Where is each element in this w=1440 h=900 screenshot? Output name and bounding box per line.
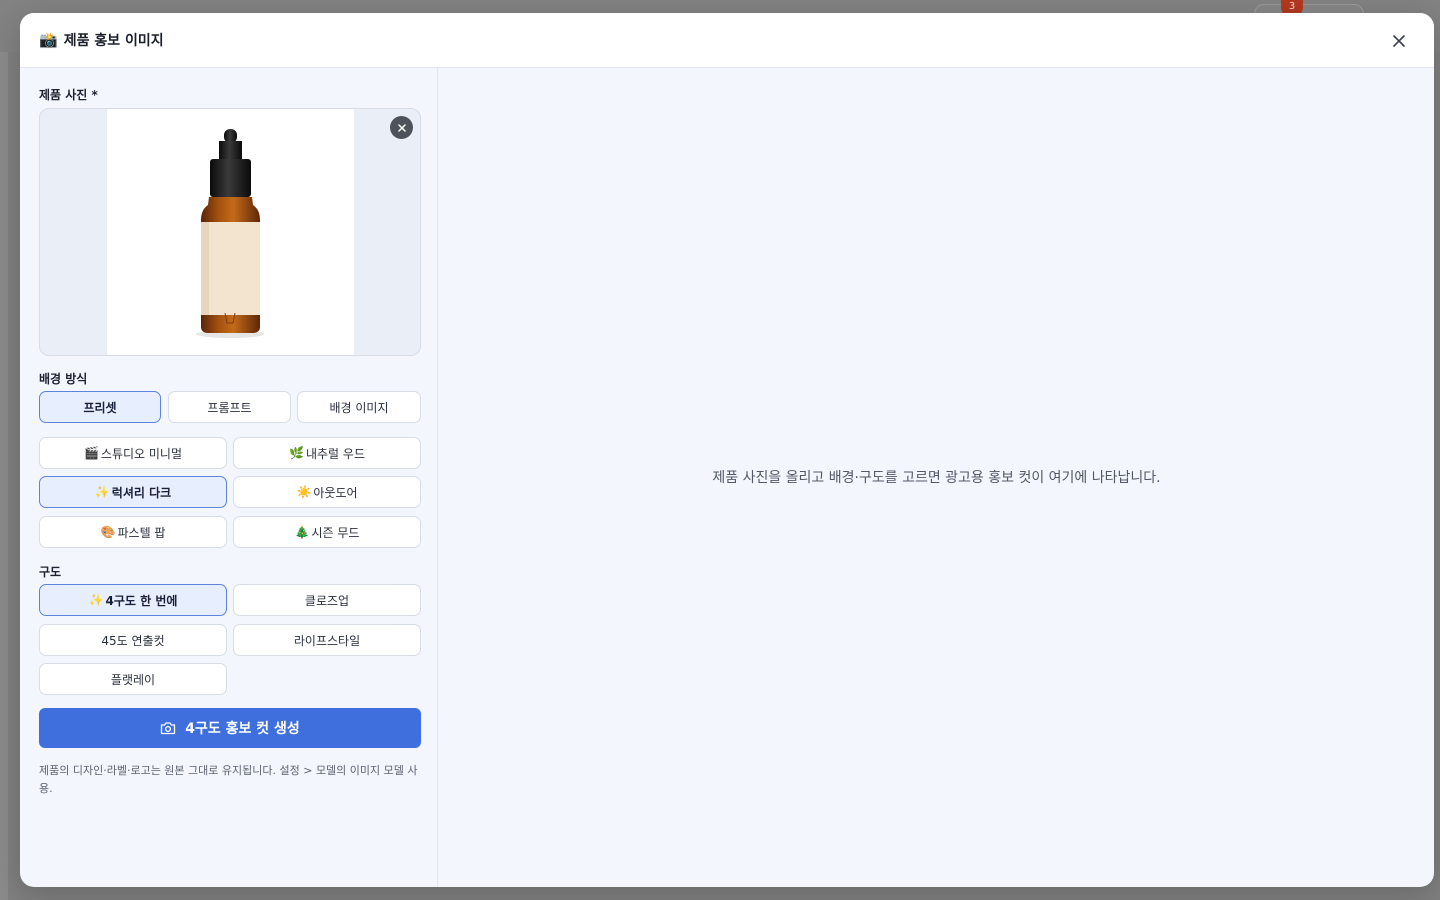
close-button[interactable]	[1388, 30, 1410, 52]
settings-panel: 제품 사진 * 배경 방식 프리셋 프롬프트 배경 이미지 🎬 스튜디오 미니멀…	[20, 68, 438, 887]
composition-option-label: 4구도 한 번에	[105, 593, 178, 608]
composition-closeup[interactable]: 클로즈업	[233, 584, 421, 616]
modal-title: 📸 제품 홍보 이미지	[39, 30, 164, 50]
mode-bg-image-button[interactable]: 배경 이미지	[297, 391, 421, 423]
background-mode-label: 배경 방식	[39, 372, 88, 386]
palette-icon: 🎨	[100, 525, 116, 539]
composition-45-degree[interactable]: 45도 연출컷	[39, 624, 227, 656]
generate-button-label: 4구도 홍보 컷 생성	[185, 721, 300, 737]
sparkles-icon: ✨	[88, 593, 104, 607]
product-photo	[107, 109, 354, 355]
clapper-icon: 🎬	[83, 446, 99, 460]
sparkles-icon: ✨	[94, 485, 110, 499]
preset-label: 내추럴 우드	[305, 446, 365, 461]
backdrop-edge	[0, 52, 8, 900]
modal-header: 📸 제품 홍보 이미지	[20, 13, 1434, 68]
modal-title-text: 제품 홍보 이미지	[63, 33, 164, 49]
herb-icon: 🌿	[289, 446, 304, 460]
preview-empty-message: 제품 사진을 올리고 배경·구도를 고르면 광고용 홍보 컷이 여기에 나타납니…	[712, 470, 1161, 486]
preset-label: 시즌 무드	[311, 525, 360, 540]
photo-upload-area[interactable]	[39, 108, 421, 356]
serum-bottle-image	[196, 129, 264, 338]
camera-icon	[161, 722, 176, 735]
composition-flatlay[interactable]: 플랫레이	[39, 663, 227, 695]
preset-label: 스튜디오 미니멀	[100, 446, 183, 461]
preset-natural-wood[interactable]: 🌿 내추럴 우드	[233, 437, 421, 469]
camera-flash-icon: 📸	[39, 31, 58, 49]
preset-outdoor[interactable]: ☀️ 아웃도어	[233, 476, 421, 508]
preset-label: 럭셔리 다크	[111, 485, 172, 500]
generate-button[interactable]: 4구도 홍보 컷 생성	[39, 708, 421, 748]
composition-lifestyle[interactable]: 라이프스타일	[233, 624, 421, 656]
preset-studio-minimal[interactable]: 🎬 스튜디오 미니멀	[39, 437, 227, 469]
preset-label: 아웃도어	[313, 485, 358, 500]
preset-pastel-pop[interactable]: 🎨 파스텔 팝	[39, 516, 227, 548]
sun-icon: ☀️	[296, 485, 312, 499]
preset-label: 파스텔 팝	[117, 525, 166, 540]
product-promo-modal: 📸 제품 홍보 이미지 제품 사진 * 배경 방식 프리셋 프롬프트 배경 이미…	[20, 13, 1434, 887]
preview-panel: 제품 사진을 올리고 배경·구도를 고르면 광고용 홍보 컷이 여기에 나타납니…	[439, 68, 1434, 887]
composition-four-at-once[interactable]: ✨ 4구도 한 번에	[39, 584, 227, 616]
close-icon	[397, 123, 406, 132]
close-icon	[1393, 35, 1405, 47]
mode-preset-button[interactable]: 프리셋	[39, 391, 161, 423]
photo-label: 제품 사진 *	[39, 88, 98, 102]
preset-luxury-dark[interactable]: ✨ 럭셔리 다크	[39, 476, 227, 508]
tree-icon: 🎄	[294, 525, 310, 539]
composition-label: 구도	[39, 565, 62, 579]
mode-prompt-button[interactable]: 프롬프트	[168, 391, 291, 423]
footnote: 제품의 디자인·라벨·로고는 원본 그대로 유지됩니다. 설정 > 모델의 이미…	[39, 764, 418, 795]
remove-photo-button[interactable]	[390, 116, 413, 139]
preset-season-mood[interactable]: 🎄 시즌 무드	[233, 516, 421, 548]
